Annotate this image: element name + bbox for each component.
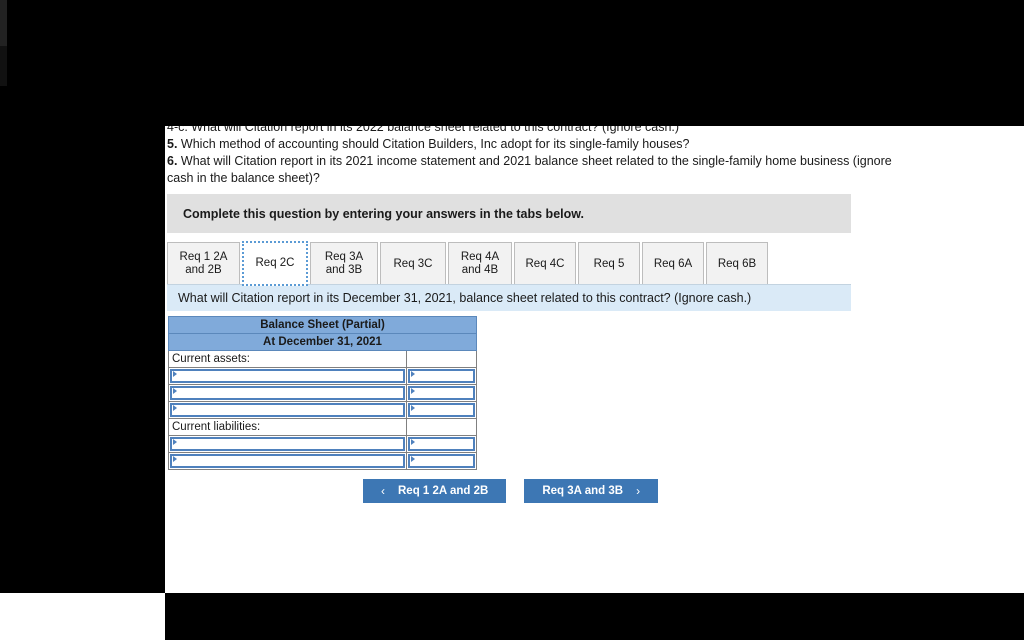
redaction-corner-tint-lower: [0, 46, 7, 86]
next-requirement-button[interactable]: Req 3A and 3B ›: [524, 479, 659, 503]
tab-label: Req 3C: [393, 257, 433, 270]
balance-sheet-subtitle: At December 31, 2021: [167, 333, 478, 351]
current-liabilities-header-spacer: [405, 418, 478, 436]
dropdown-caret-icon: [173, 439, 177, 445]
tab-label: Req 2C: [255, 257, 295, 269]
instruction-text: Complete this question by entering your …: [183, 206, 584, 221]
table-row-current-liabilities-header: Current liabilities:: [168, 418, 478, 436]
prev-requirement-button[interactable]: ‹ Req 1 2A and 2B: [363, 479, 507, 503]
question-5-number: 5.: [167, 137, 178, 151]
tab-label: Req 4C: [525, 257, 565, 270]
tab-req-4c[interactable]: Req 4C: [514, 242, 576, 285]
tab-label: Req 1 2A and 2B: [179, 251, 228, 276]
liability-row-1-name-cell[interactable]: [168, 435, 407, 453]
balance-sheet-table: Balance Sheet (Partial) At December 31, …: [167, 316, 478, 470]
liability-row-2-name-input[interactable]: [170, 454, 405, 468]
asset-row-2-value-input[interactable]: [408, 386, 476, 400]
dropdown-caret-icon: [411, 371, 415, 377]
tab-label: Req 4A and 4B: [460, 251, 500, 276]
liability-row-1-name-input[interactable]: [170, 437, 405, 451]
dropdown-caret-icon: [173, 371, 177, 377]
instruction-banner: Complete this question by entering your …: [167, 194, 851, 233]
asset-row-2-name-input[interactable]: [170, 386, 405, 400]
tab-req-3c[interactable]: Req 3C: [380, 242, 446, 285]
tab-label: Req 3A and 3B: [324, 251, 364, 276]
asset-row-3-value-input[interactable]: [408, 403, 476, 417]
prev-requirement-label: Req 1 2A and 2B: [398, 485, 489, 497]
table-row: [168, 384, 478, 402]
dropdown-caret-icon: [411, 439, 415, 445]
asset-row-1-name-input[interactable]: [170, 369, 405, 383]
chevron-right-icon: ›: [636, 484, 641, 498]
dropdown-caret-icon: [173, 456, 177, 462]
table-row: [168, 367, 478, 385]
dropdown-caret-icon: [173, 388, 177, 394]
asset-row-1-name-cell[interactable]: [168, 367, 407, 385]
tab-req-5[interactable]: Req 5: [578, 242, 640, 285]
asset-row-2-name-cell[interactable]: [168, 384, 407, 402]
tab-req-6a[interactable]: Req 6A: [642, 242, 704, 285]
current-assets-header-spacer: [405, 350, 478, 368]
current-assets-label: Current assets:: [168, 350, 407, 368]
active-question-banner: What will Citation report in its Decembe…: [167, 284, 851, 311]
tab-req-4a-4b[interactable]: Req 4A and 4B: [448, 242, 512, 285]
redaction-corner-tint: [0, 0, 7, 46]
liability-row-2-value-input[interactable]: [408, 454, 476, 468]
tab-navigation: ‹ Req 1 2A and 2B Req 3A and 3B ›: [363, 479, 659, 503]
table-row: [168, 452, 478, 470]
redaction-mask-left: [0, 126, 165, 593]
tab-req-1-2a-2b[interactable]: Req 1 2A and 2B: [167, 242, 240, 285]
liability-row-1-value-input[interactable]: [408, 437, 476, 451]
tab-req-6b[interactable]: Req 6B: [706, 242, 768, 285]
next-requirement-label: Req 3A and 3B: [542, 485, 624, 497]
requirement-tabs: Req 1 2A and 2B Req 2C Req 3A and 3B Req…: [167, 241, 770, 286]
asset-row-3-value-cell[interactable]: [405, 401, 478, 419]
asset-row-3-name-input[interactable]: [170, 403, 405, 417]
liability-row-1-value-cell[interactable]: [405, 435, 478, 453]
redaction-mask-top: [0, 0, 1024, 126]
question-line-6: 6. What will Citation report in its 2021…: [167, 153, 907, 187]
tab-label: Req 5: [593, 257, 625, 270]
liability-row-2-value-cell[interactable]: [405, 452, 478, 470]
asset-row-3-name-cell[interactable]: [168, 401, 407, 419]
dropdown-caret-icon: [173, 405, 177, 411]
dropdown-caret-icon: [411, 405, 415, 411]
liability-row-2-name-cell[interactable]: [168, 452, 407, 470]
tab-req-3a-3b[interactable]: Req 3A and 3B: [310, 242, 378, 285]
active-question-text: What will Citation report in its Decembe…: [178, 291, 752, 305]
chevron-left-icon: ‹: [381, 484, 385, 498]
tab-label: Req 6A: [653, 257, 693, 270]
question-6-body: What will Citation report in its 2021 in…: [167, 154, 892, 185]
question-5-body: Which method of accounting should Citati…: [177, 137, 690, 151]
table-row-title: Balance Sheet (Partial): [167, 316, 478, 334]
balance-sheet-title: Balance Sheet (Partial): [167, 316, 478, 334]
asset-row-1-value-input[interactable]: [408, 369, 476, 383]
table-row-subtitle: At December 31, 2021: [167, 333, 478, 351]
question-text-block: 4-c. What will Citation report in its 20…: [167, 119, 907, 187]
current-liabilities-label: Current liabilities:: [168, 418, 407, 436]
tab-label: Req 6B: [717, 257, 757, 270]
asset-row-1-value-cell[interactable]: [405, 367, 478, 385]
dropdown-caret-icon: [411, 388, 415, 394]
redaction-mask-bottom: [165, 593, 1024, 640]
table-row: [168, 401, 478, 419]
tab-req-2c[interactable]: Req 2C: [242, 241, 308, 286]
asset-row-2-value-cell[interactable]: [405, 384, 478, 402]
table-row: [168, 435, 478, 453]
table-row-current-assets-header: Current assets:: [168, 350, 478, 368]
question-line-5: 5. Which method of accounting should Cit…: [167, 136, 907, 153]
dropdown-caret-icon: [411, 456, 415, 462]
question-6-number: 6.: [167, 154, 178, 168]
